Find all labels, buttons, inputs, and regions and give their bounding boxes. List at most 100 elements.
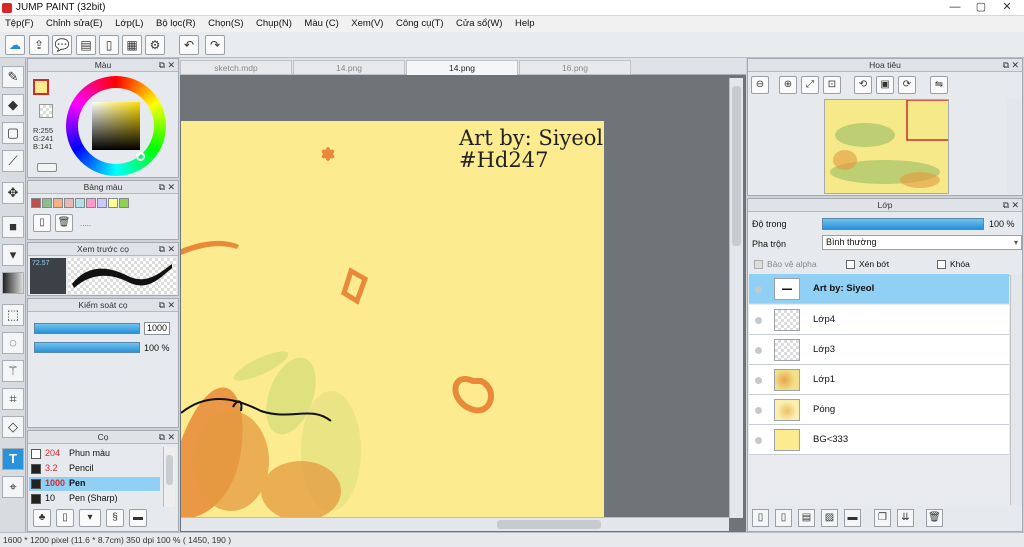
detach-icon[interactable]: ⧉ — [159, 299, 165, 311]
layers-scrollbar[interactable] — [1010, 275, 1022, 505]
select-pen-icon[interactable]: ⌗ — [2, 388, 24, 410]
export-icon[interactable]: ⇪ — [29, 35, 49, 55]
detach-icon[interactable]: ⧉ — [1003, 199, 1009, 211]
delete-swatch-icon[interactable]: 🗑 — [55, 214, 73, 232]
layer-row[interactable]: ▬▬ Art by: Siyeol — [749, 274, 1009, 304]
undo-icon[interactable]: ↶ — [179, 35, 199, 55]
lock-checkbox[interactable]: Khóa — [937, 259, 970, 270]
brush-opacity-slider[interactable] — [34, 342, 140, 353]
move-tool-icon[interactable]: ✥ — [2, 182, 24, 204]
canvas-vertical-scrollbar[interactable] — [729, 78, 743, 518]
navigator-thumbnail[interactable] — [824, 99, 949, 194]
select-eraser-icon[interactable]: ◇ — [2, 416, 24, 438]
new-mask-icon[interactable]: ▨ — [821, 509, 838, 527]
fill-rect-tool-icon[interactable]: ■ — [2, 216, 24, 238]
menu-tools[interactable]: Công cụ(T) — [391, 16, 449, 29]
brush-settings-icon[interactable]: § — [106, 509, 124, 527]
palette-swatch[interactable] — [86, 198, 96, 208]
layer-row[interactable]: Póng — [749, 395, 1009, 425]
close-icon[interactable]: ✕ — [167, 181, 175, 193]
text-tool-icon[interactable]: T — [2, 448, 24, 470]
brush-size-slider[interactable] — [34, 323, 140, 334]
close-icon[interactable]: ✕ — [167, 431, 175, 443]
bucket-tool-icon[interactable]: ▾ — [2, 244, 24, 266]
rectangle-tool-icon[interactable]: ▢ — [2, 122, 24, 144]
menu-filter[interactable]: Bộ lọc(R) — [151, 16, 201, 29]
brush-tool-icon[interactable]: ✎ — [2, 66, 24, 88]
palette-swatch[interactable] — [53, 198, 63, 208]
new-halftone-icon[interactable]: ▤ — [798, 509, 815, 527]
hue-wheel[interactable] — [66, 76, 166, 176]
close-icon[interactable]: ✕ — [167, 243, 175, 255]
duplicate-layer-icon[interactable]: ❐ — [874, 509, 891, 527]
brush-list-scrollbar[interactable] — [163, 447, 175, 507]
cloud-icon[interactable]: ☁ — [5, 35, 25, 55]
rect-select-icon[interactable]: ⬚ — [2, 304, 24, 326]
rotate-left-icon[interactable]: ⟲ — [854, 76, 872, 94]
blend-mode-select[interactable]: Bình thường ▾ — [822, 235, 1022, 250]
eye-toggle-icon[interactable] — [37, 163, 57, 172]
saturation-value-square[interactable] — [92, 102, 140, 150]
detach-icon[interactable]: ⧉ — [159, 59, 165, 71]
menu-layer[interactable]: Lớp(L) — [110, 16, 148, 29]
menu-select[interactable]: Chọn(S) — [203, 16, 248, 29]
brush-size-input[interactable]: 1000 — [144, 322, 170, 335]
tab-16[interactable]: 16.png — [519, 60, 631, 75]
protect-alpha-checkbox[interactable]: Bảo vệ alpha — [754, 259, 817, 270]
message-icon[interactable]: ▤ — [76, 35, 96, 55]
brush-options-icon[interactable]: ▾ — [79, 509, 101, 527]
minimize-button[interactable]: — — [942, 0, 968, 15]
palette-swatch[interactable] — [64, 198, 74, 208]
menu-edit[interactable]: Chỉnh sửa(E) — [41, 16, 108, 29]
zoom-in-icon[interactable]: ⊕ — [779, 76, 797, 94]
menu-help[interactable]: Help — [510, 16, 540, 29]
close-icon[interactable]: ✕ — [1011, 199, 1019, 211]
brush-item[interactable]: 204 Phun màu — [29, 447, 160, 461]
menu-file[interactable]: Tệp(F) — [0, 16, 39, 29]
reset-rotate-icon[interactable]: ▣ — [876, 76, 894, 94]
palette-swatch[interactable] — [97, 198, 107, 208]
detach-icon[interactable]: ⧉ — [159, 431, 165, 443]
palette-swatch[interactable] — [75, 198, 85, 208]
rotate-right-icon[interactable]: ⟳ — [898, 76, 916, 94]
palette-swatch[interactable] — [119, 198, 129, 208]
brush-item[interactable]: 3.2 Pencil — [29, 462, 160, 476]
new-layer-icon[interactable]: ▯ — [752, 509, 769, 527]
menu-color[interactable]: Màu (C) — [299, 16, 343, 29]
clipping-checkbox[interactable]: Xén bớt — [846, 259, 889, 270]
close-icon[interactable]: ✕ — [167, 59, 175, 71]
lasso-select-icon[interactable]: ◌ — [2, 332, 24, 354]
layer-row[interactable]: Lớp3 — [749, 335, 1009, 365]
detach-icon[interactable]: ⧉ — [1003, 59, 1009, 71]
delete-layer-icon[interactable]: 🗑 — [926, 509, 943, 527]
tab-14[interactable]: 14.png — [293, 60, 405, 75]
brush-folder-icon[interactable]: ▬ — [129, 509, 147, 527]
layer-row[interactable]: Lớp4 — [749, 305, 1009, 335]
detach-icon[interactable]: ⧉ — [159, 181, 165, 193]
canvas-artboard[interactable]: Art by: Siyeol #Hd247 — [181, 121, 604, 519]
background-color-swatch[interactable] — [39, 104, 53, 118]
magic-wand-icon[interactable]: ⚚ — [2, 360, 24, 382]
tab-sketch[interactable]: sketch.mdp — [180, 60, 292, 75]
new-folder-icon[interactable]: ▬ — [844, 509, 861, 527]
menu-window[interactable]: Cửa sổ(W) — [451, 16, 507, 29]
close-icon[interactable]: ✕ — [1011, 59, 1019, 71]
new-brush-icon[interactable]: ▯ — [56, 509, 74, 527]
close-button[interactable]: ✕ — [994, 0, 1020, 15]
new-swatch-icon[interactable]: ▯ — [33, 214, 51, 232]
layout-icon[interactable]: ▦ — [122, 35, 142, 55]
operation-tool-icon[interactable]: ⌖ — [2, 476, 24, 498]
document-icon[interactable]: ▯ — [99, 35, 119, 55]
menu-view[interactable]: Xem(V) — [346, 16, 388, 29]
close-icon[interactable]: ✕ — [167, 299, 175, 311]
brush-cloud-icon[interactable]: ♣ — [33, 509, 51, 527]
merge-layer-icon[interactable]: ⇊ — [897, 509, 914, 527]
flip-icon[interactable]: ⇋ — [930, 76, 948, 94]
zoom-out-icon[interactable]: ⊖ — [751, 76, 769, 94]
detach-icon[interactable]: ⧉ — [159, 243, 165, 255]
foreground-color-swatch[interactable] — [33, 79, 49, 95]
layer-opacity-slider[interactable] — [822, 218, 984, 230]
canvas-horizontal-scrollbar[interactable] — [181, 517, 729, 531]
brush-item[interactable]: 10 Pen (Sharp) — [29, 492, 160, 506]
line-tool-icon[interactable]: ⟋ — [2, 150, 24, 172]
